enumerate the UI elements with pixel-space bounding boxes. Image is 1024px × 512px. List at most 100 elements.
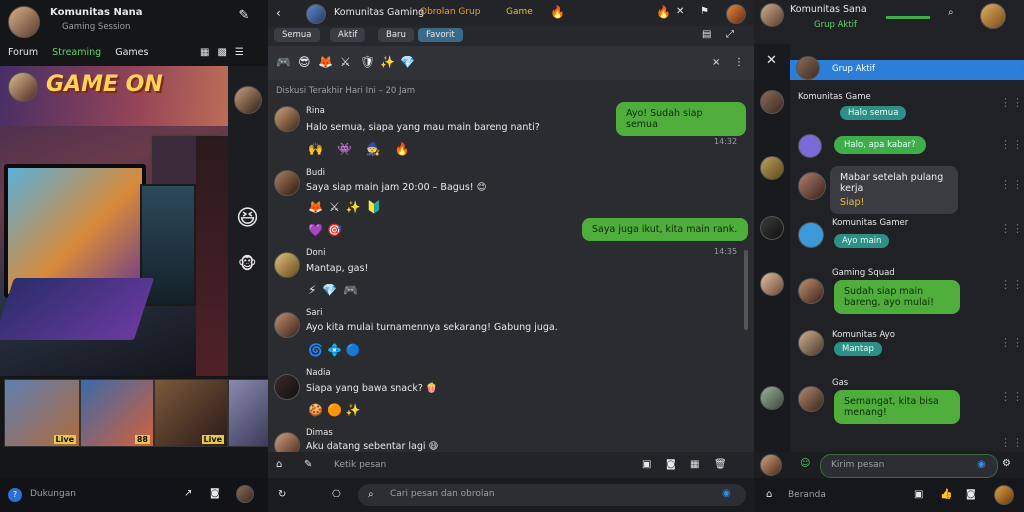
msg-bubble[interactable]: Mabar setelah pulang kerja Siap! <box>830 166 958 214</box>
bookmark-icon[interactable]: ⚑ <box>700 5 709 19</box>
reaction-emoji[interactable]: 😆 <box>236 206 259 231</box>
message-avatar[interactable] <box>274 312 300 341</box>
group-avatar[interactable] <box>306 4 326 27</box>
flame-icon[interactable]: 🔥 <box>656 5 671 19</box>
settings-icon[interactable]: ⚙ <box>1002 457 1011 471</box>
message-avatar[interactable] <box>274 170 300 199</box>
message-reactions[interactable]: 💜🎯 <box>308 223 346 237</box>
close-icon[interactable]: ✕ <box>676 5 684 19</box>
message-reactions[interactable]: 🍪🟠✨ <box>308 403 365 417</box>
highlighted-row[interactable]: Grup Aktif ⋮⋮ <box>790 56 1024 80</box>
message-avatar[interactable] <box>274 252 300 281</box>
right-message-input[interactable]: Kirim pesan ◉ <box>820 454 998 478</box>
message-avatar[interactable] <box>274 374 300 403</box>
tab-favorit[interactable]: Favorit <box>418 28 463 42</box>
thumbnail[interactable]: Live <box>154 379 228 447</box>
rail-avatar[interactable] <box>760 386 784 413</box>
message-reactions[interactable]: 🙌👾🧙🔥 <box>308 142 424 156</box>
msg-tag[interactable]: Halo, apa kabar? <box>834 136 926 154</box>
compose-icon[interactable]: ✎ <box>236 9 252 25</box>
emoji-icon[interactable]: ☺ <box>800 457 810 471</box>
back-icon[interactable]: ‹ <box>276 6 281 20</box>
close-icon[interactable]: ✕ <box>766 54 777 68</box>
msg-bubble[interactable]: Sudah siap main bareng, ayo mulai! <box>834 280 960 314</box>
list-icon[interactable]: ☰ <box>235 46 244 60</box>
msg-bubble[interactable]: Semangat, kita bisa menang! <box>834 390 960 424</box>
rail-avatar[interactable] <box>760 90 784 117</box>
home-icon[interactable]: ⌂ <box>276 458 282 472</box>
msg-tag[interactable]: Halo semua <box>840 106 907 120</box>
layout-icon[interactable]: ▤ <box>702 28 711 42</box>
message-reactions[interactable]: 🦊⚔✨🔰 <box>308 200 388 214</box>
edit-icon[interactable]: ✎ <box>304 458 312 472</box>
msg-avatar[interactable] <box>798 386 824 415</box>
user-avatar[interactable] <box>8 6 40 38</box>
msg-avatar[interactable] <box>798 134 822 161</box>
image-icon[interactable]: ▣ <box>914 488 923 502</box>
sticker-icon[interactable]: ⚔ <box>340 55 351 69</box>
tiles-icon[interactable]: ▩ <box>217 46 226 60</box>
msg-avatar[interactable] <box>798 278 824 307</box>
search-icon[interactable]: ⌕ <box>948 6 954 20</box>
grid-icon[interactable]: ▦ <box>200 46 209 60</box>
message-avatar[interactable] <box>274 106 300 135</box>
rail-avatar[interactable] <box>760 216 784 243</box>
tab-semua[interactable]: Semua <box>274 28 320 42</box>
outgoing-message[interactable]: Ayo! Sudah siap semua <box>616 102 746 136</box>
search-field[interactable]: ⌕ Cari pesan dan obrolan ◉ <box>358 484 746 506</box>
viewer-avatar[interactable] <box>234 86 262 117</box>
sticker-icon[interactable]: 🎮 <box>276 55 291 69</box>
more-icon[interactable]: ⋮⋮ <box>1000 390 1024 403</box>
rail-avatar[interactable] <box>760 272 784 299</box>
gif-icon[interactable]: ▦ <box>690 458 699 472</box>
sticker-icon[interactable]: ✨ <box>380 55 395 69</box>
expand-icon[interactable]: ⤢ <box>726 28 734 42</box>
more-vertical-icon[interactable]: ⋮ <box>734 56 744 70</box>
tab-games[interactable]: Games <box>115 47 148 58</box>
trash-icon[interactable]: 🗑 <box>714 458 727 472</box>
scrollbar[interactable] <box>744 250 748 330</box>
sticker-icon[interactable]: 😎 <box>298 55 311 69</box>
tab-aktif[interactable]: Aktif <box>330 28 366 42</box>
more-icon[interactable]: ⋮⋮ <box>1000 96 1024 109</box>
thumbnail[interactable] <box>228 379 268 447</box>
message-reactions[interactable]: 🌀💠🔵 <box>308 343 365 357</box>
msg-tag[interactable]: Ayo main <box>834 234 890 248</box>
home-icon[interactable]: ⌂ <box>766 488 772 502</box>
sticker-icon[interactable]: 💎 <box>400 55 415 69</box>
tab-forum[interactable]: Forum <box>8 47 38 58</box>
message-reactions[interactable]: ⚡💎🎮 <box>308 283 364 297</box>
profile-avatar[interactable] <box>994 485 1014 508</box>
support-icon[interactable]: ? <box>8 488 22 502</box>
rail-avatar[interactable] <box>760 156 784 183</box>
camera-icon[interactable]: ◙ <box>966 488 976 502</box>
profile-avatar[interactable] <box>236 485 254 506</box>
close-icon[interactable]: × <box>712 56 720 70</box>
share-icon[interactable]: ↻ <box>278 488 286 502</box>
more-icon[interactable]: ⋮⋮ <box>1000 222 1024 235</box>
gamepad-icon[interactable]: ⎔ <box>332 488 341 502</box>
camera-icon[interactable]: ◙ <box>210 487 220 501</box>
profile-avatar[interactable] <box>980 3 1006 32</box>
more-icon[interactable]: ⋮⋮ <box>1000 336 1024 349</box>
user-avatar-small[interactable] <box>726 4 746 27</box>
like-icon[interactable]: 👍 <box>940 488 952 502</box>
camera-icon[interactable]: ◙ <box>666 458 676 472</box>
msg-avatar[interactable] <box>798 222 824 251</box>
msg-avatar[interactable] <box>798 172 826 203</box>
more-icon[interactable]: ⋮⋮ <box>1000 138 1024 151</box>
tab-baru[interactable]: Baru <box>378 28 414 42</box>
send-icon[interactable]: ◉ <box>722 487 731 501</box>
tab-streaming[interactable]: Streaming <box>52 47 101 58</box>
stream-preview[interactable]: GAME ON <box>0 66 228 376</box>
composer-input[interactable]: Ketik pesan <box>334 460 386 470</box>
send-icon[interactable]: ◉ <box>977 458 986 472</box>
reaction-emoji[interactable]: 🐵 <box>238 254 257 273</box>
thumbnail[interactable]: Live <box>4 379 80 447</box>
more-icon[interactable]: ⋮⋮ <box>1000 178 1024 191</box>
thumbnail[interactable]: 88 <box>80 379 154 447</box>
msg-tag[interactable]: Mantap <box>834 342 882 356</box>
sticker-icon[interactable]: 🦊 <box>318 55 333 69</box>
outgoing-message[interactable]: Saya juga ikut, kita main rank. <box>582 218 748 241</box>
image-icon[interactable]: ▣ <box>642 458 651 472</box>
